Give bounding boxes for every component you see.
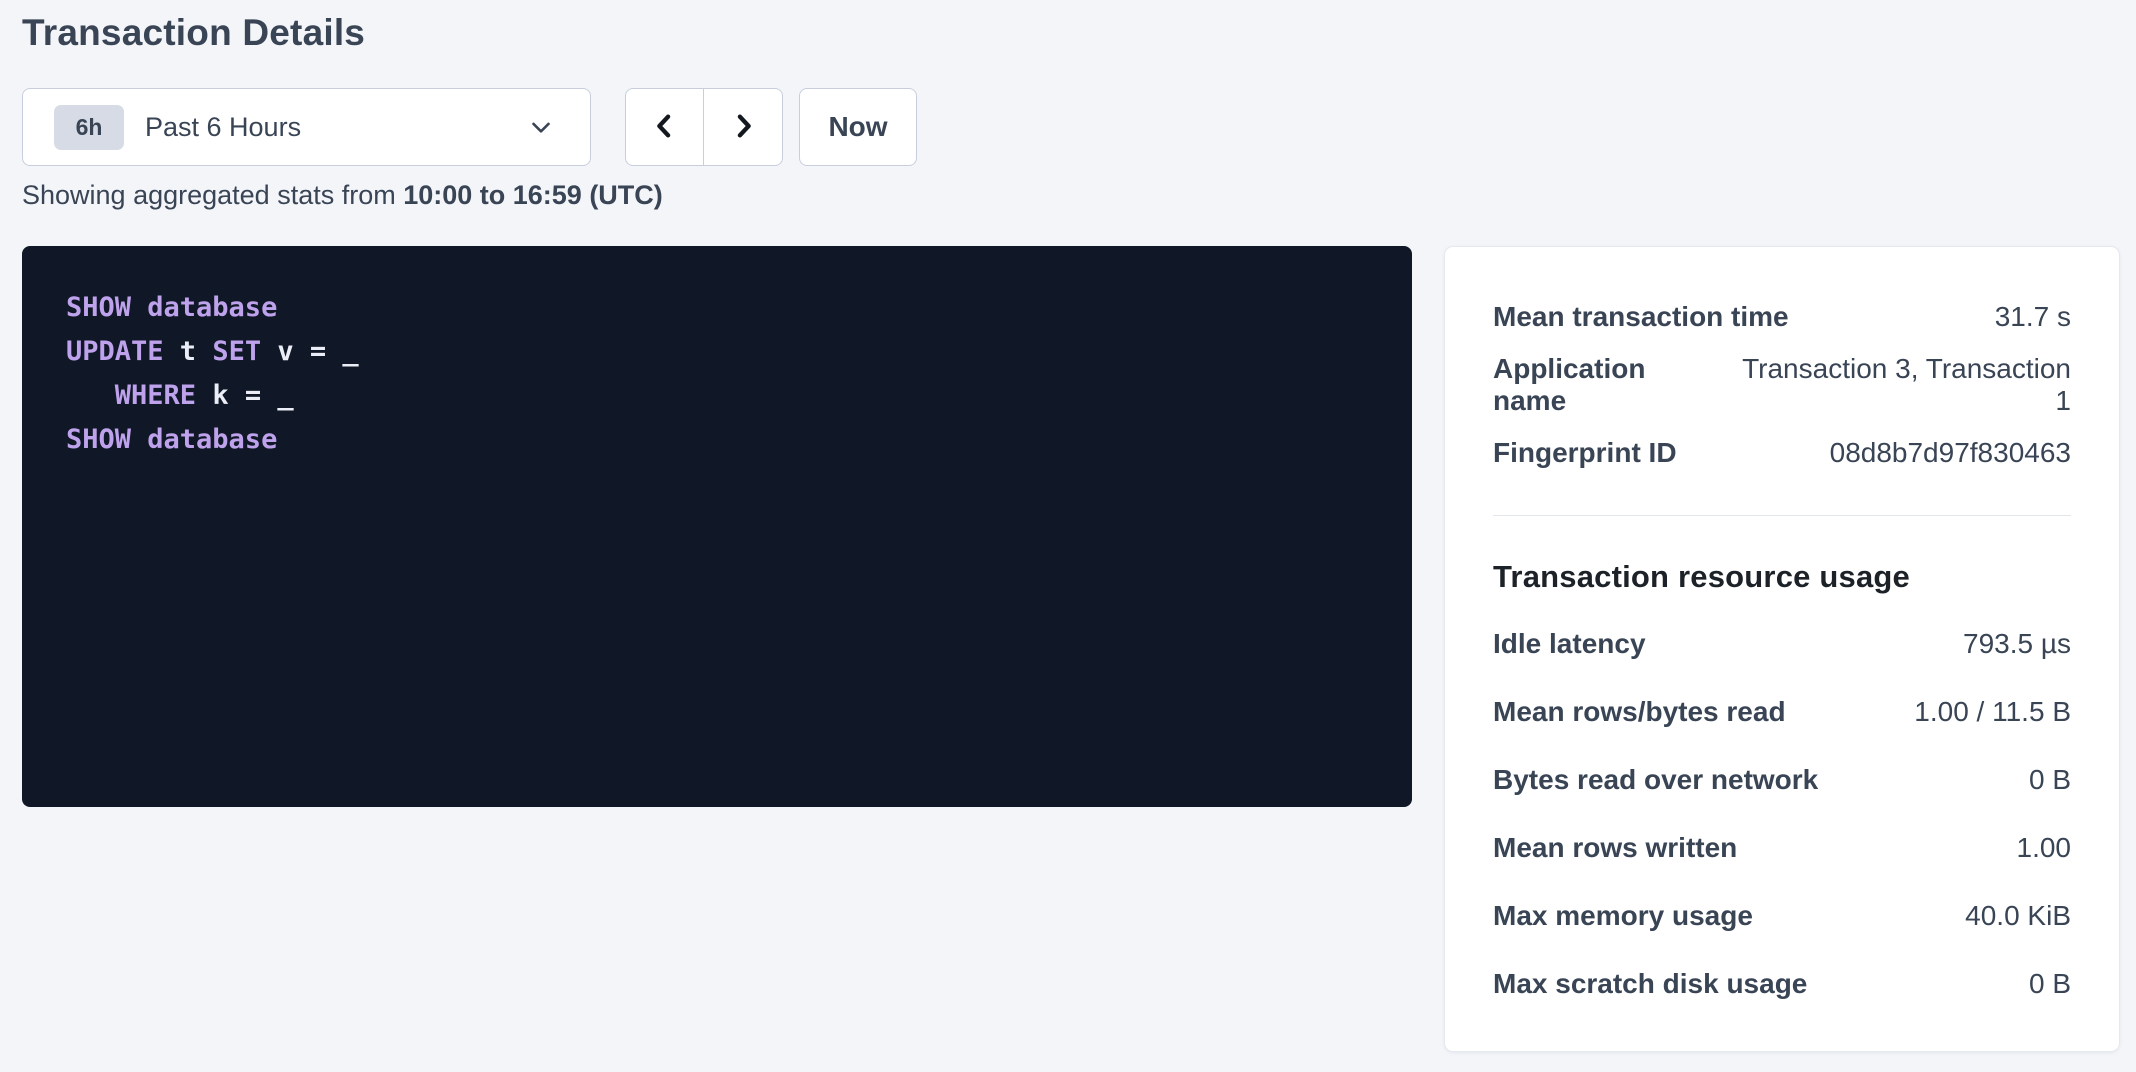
chevron-right-icon xyxy=(728,109,758,146)
summary-row: Idle latency 793.5 µs xyxy=(1493,610,2071,678)
sql-line: UPDATE t SET v = _ xyxy=(66,330,1368,374)
sql-token: v = _ xyxy=(261,336,359,367)
summary-row-value: 31.7 s xyxy=(1995,301,2071,333)
summary-row: Fingerprint ID 08d8b7d97f830463 xyxy=(1493,419,2071,487)
summary-row-label: Fingerprint ID xyxy=(1493,437,1677,469)
summary-row-label: Max scratch disk usage xyxy=(1493,968,1807,1000)
time-range-badge: 6h xyxy=(54,105,124,150)
summary-row-label: Mean rows/bytes read xyxy=(1493,696,1786,728)
next-time-interval-button[interactable] xyxy=(704,89,782,165)
summary-row-label: Bytes read over network xyxy=(1493,764,1818,796)
summary-row: Application nameTransaction 3, Transacti… xyxy=(1493,351,2071,419)
time-range-arrow-group xyxy=(625,88,783,166)
sql-line: SHOW database xyxy=(66,286,1368,330)
time-range-dropdown[interactable]: 6h Past 6 Hours xyxy=(22,88,591,166)
previous-time-interval-button[interactable] xyxy=(626,89,704,165)
sql-keyword: UPDATE xyxy=(66,336,164,367)
resource-rows: Idle latency 793.5 µs Mean rows/bytes read… xyxy=(1493,610,2071,1018)
chevron-down-icon xyxy=(526,112,556,142)
transaction-details-page: Transaction Details 6h Past 6 Hours Now … xyxy=(0,0,2136,1072)
sql-token: t xyxy=(164,336,213,367)
aggregated-stats-prefix: Showing aggregated stats from xyxy=(22,180,403,210)
sql-fingerprint-box: SHOW database UPDATE t SET v = _ WHERE k … xyxy=(22,246,1412,807)
time-range-label: Past 6 Hours xyxy=(145,112,301,143)
summary-row-value: 793.5 µs xyxy=(1963,628,2071,660)
sql-keyword: SET xyxy=(212,336,261,367)
summary-row: Mean rows written 1.00 xyxy=(1493,814,2071,882)
sql-keyword: SHOW database xyxy=(66,424,277,455)
summary-row-label: Max memory usage xyxy=(1493,900,1753,932)
summary-row-label: Mean transaction time xyxy=(1493,301,1789,333)
summary-row-value: 40.0 KiB xyxy=(1965,900,2071,932)
summary-row: Bytes read over network 0 B xyxy=(1493,746,2071,814)
summary-row: Mean transaction time 31.7 s xyxy=(1493,283,2071,351)
resource-usage-heading: Transaction resource usage xyxy=(1493,558,2071,596)
summary-row-label: Application name xyxy=(1493,353,1723,417)
overview-rows: Mean transaction time 31.7 s Application n… xyxy=(1493,283,2071,487)
aggregated-stats-range: 10:00 to 16:59 (UTC) xyxy=(403,180,663,210)
summary-row: Mean rows/bytes read 1.00 / 11.5 B xyxy=(1493,678,2071,746)
summary-row-label: Mean rows written xyxy=(1493,832,1737,864)
summary-row-value: 1.00 xyxy=(2017,832,2072,864)
card-divider xyxy=(1493,515,2071,516)
summary-row-value: 0 B xyxy=(2029,764,2071,796)
sql-keyword: WHERE xyxy=(115,380,196,411)
transaction-details-card: Mean transaction time 31.7 s Application n… xyxy=(1444,246,2120,1052)
summary-row: Max scratch disk usage 0 B xyxy=(1493,950,2071,1018)
sql-keyword: SHOW database xyxy=(66,292,277,323)
sql-line: SHOW database xyxy=(66,418,1368,462)
sql-token: k = _ xyxy=(196,380,294,411)
summary-row-value: Transaction 3, Transaction 1 xyxy=(1723,353,2071,417)
summary-row-value: 0 B xyxy=(2029,968,2071,1000)
sql-line: WHERE k = _ xyxy=(66,374,1368,418)
summary-row-value: 1.00 / 11.5 B xyxy=(1914,696,2071,728)
aggregated-stats-caption: Showing aggregated stats from 10:00 to 1… xyxy=(22,180,663,210)
summary-row-value: 08d8b7d97f830463 xyxy=(1830,437,2071,469)
now-button[interactable]: Now xyxy=(799,88,917,166)
sql-token xyxy=(66,380,115,411)
page-title: Transaction Details xyxy=(22,12,365,54)
chevron-left-icon xyxy=(650,109,680,146)
summary-row-label: Idle latency xyxy=(1493,628,1646,660)
summary-row: Max memory usage 40.0 KiB xyxy=(1493,882,2071,950)
